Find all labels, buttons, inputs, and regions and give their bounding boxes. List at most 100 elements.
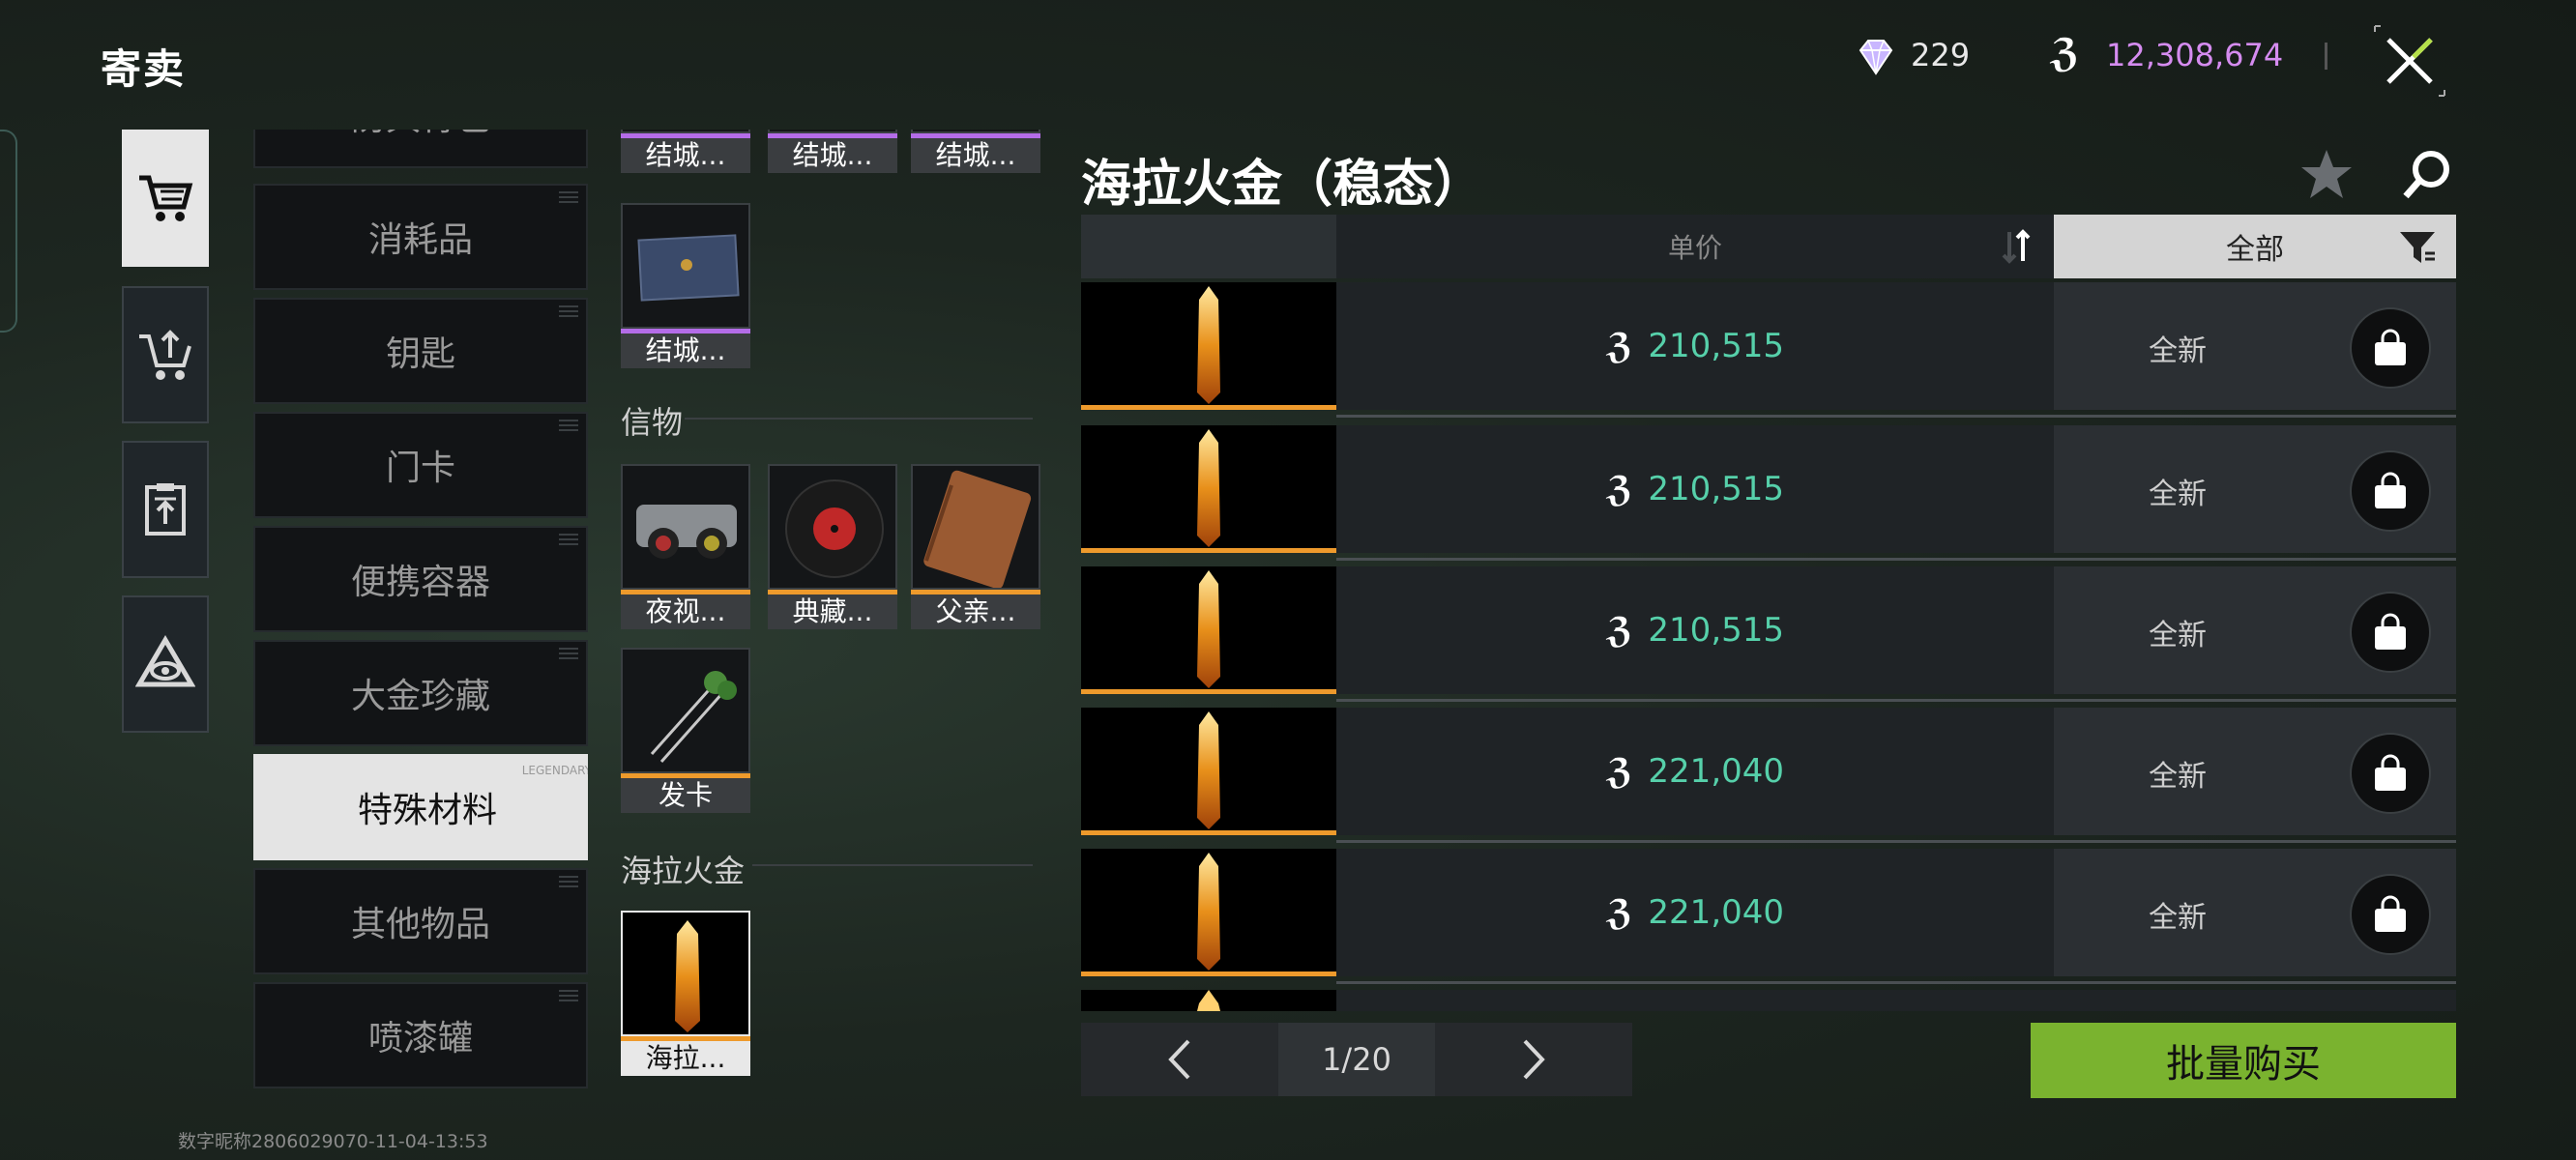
item-tile[interactable]: 结城... [768,130,897,173]
close-button[interactable] [2363,19,2445,101]
item-image [1081,282,1336,410]
item-image [1081,849,1336,976]
item-image [1081,425,1336,553]
item-image [1081,566,1336,694]
shopping-bag-icon [2375,329,2406,365]
coin-icon: ℨ [1605,892,1633,933]
shopping-bag-icon [2375,472,2406,508]
section-divider [685,418,1033,420]
search-icon [2403,151,2449,199]
condition-filter[interactable]: 全部 [2054,215,2456,278]
edge-accent [0,130,17,333]
shopping-bag-icon [2375,754,2406,791]
coin-icon: ℨ [1605,610,1633,651]
section-heading: 信物 [621,404,684,441]
crystal-image [623,913,748,1034]
filter-icon[interactable] [2398,228,2437,267]
listing-row-partial-bg [1336,990,2456,1011]
bulk-buy-button[interactable]: 批量购买 [2031,1023,2456,1098]
notebook-image [923,470,1032,588]
column-header-image [1081,215,1336,278]
item-grid[interactable]: 结城... 结城... 结城... 结城... 信物 夜视... 典藏... 父… [619,130,1044,1092]
listing-row[interactable]: ℨ 210,515 全新 [1081,566,2456,702]
unit-price: 221,040 [1648,752,1785,791]
next-page-button[interactable] [1435,1023,1632,1096]
header-divider [2325,43,2327,70]
tab-buy[interactable] [122,130,209,267]
sort-icon[interactable] [1998,226,2036,267]
listing-row[interactable]: ℨ 221,040 全新 [1081,708,2456,843]
category-other-items[interactable]: 其他物品 [253,868,588,974]
coin-icon: ℨ [1605,469,1633,509]
vinyl-record-image [785,479,884,578]
category-spray-cans[interactable]: 喷漆罐 [253,982,588,1088]
footer-id-text: 数字昵称2806029070-11-04-13:53 [178,1131,488,1152]
category-keys[interactable]: 钥匙 [253,298,588,404]
search-button[interactable] [2392,145,2450,203]
item-image [1081,708,1336,835]
section-divider [752,864,1033,866]
page-indicator: 1/20 [1278,1023,1435,1096]
condition-label: 全新 [2149,334,2207,368]
night-vision-image [636,505,737,559]
listing-row[interactable]: ℨ 221,040 全新 [1081,849,2456,984]
star-icon [2301,150,2352,198]
unit-price: 210,515 [1648,470,1785,508]
category-consumables[interactable]: 消耗品 [253,184,588,290]
item-tile[interactable]: 发卡 [621,648,750,813]
item-title: 海拉火金（稳态） [1081,156,1484,214]
category-containers[interactable]: 便携容器 [253,526,588,632]
listing-row[interactable]: ℨ 210,515 全新 [1081,425,2456,561]
shopping-bag-icon [2375,895,2406,932]
sell-cart-icon [139,330,191,380]
listing-row-partial [1081,990,1336,1011]
item-tile[interactable]: 结城... [621,203,750,368]
item-tile[interactable]: 典藏... [768,464,897,629]
hairpin-image [650,671,737,763]
listing-row[interactable]: ℨ 210,515 全新 [1081,282,2456,418]
tab-records[interactable] [122,441,209,578]
category-list[interactable]: 防具背包 消耗品 钥匙 门卡 便携容器 大金珍藏 特殊材料LEGENDARY 其… [253,130,588,1092]
unit-price: 221,040 [1648,893,1785,932]
item-tile[interactable]: 结城... [911,130,1040,173]
column-header-price[interactable]: 单价 [1336,215,2054,278]
coin-icon: ℨ [1605,326,1633,366]
money-balance: 12,308,674 [2106,37,2284,73]
category-collectibles[interactable]: 大金珍藏 [253,640,588,746]
buy-button[interactable] [2350,733,2431,814]
category-armor-backpack[interactable]: 防具背包 [253,130,588,168]
section-heading: 海拉火金 [621,853,746,889]
tab-sell[interactable] [122,286,209,423]
chevron-right-icon [1523,1039,1545,1080]
favorite-button[interactable] [2292,145,2352,203]
shopping-bag-icon [2375,613,2406,650]
tab-watch[interactable] [122,595,209,733]
category-keycards[interactable]: 门卡 [253,412,588,518]
cart-icon [139,175,193,221]
chevron-left-icon [1168,1039,1190,1080]
unit-price: 210,515 [1648,611,1785,650]
coin-icon: ℨ [1605,751,1633,792]
category-special-materials[interactable]: 特殊材料 LEGENDARY [253,754,588,860]
item-tile[interactable]: 夜视... [621,464,750,629]
item-tile[interactable]: 父亲... [911,464,1040,629]
item-tile-selected[interactable]: 海拉... [621,911,750,1076]
item-tile[interactable]: 结城... [621,130,750,173]
close-icon [2374,25,2445,97]
condition-label: 全新 [2149,760,2207,794]
buy-button[interactable] [2350,592,2431,673]
buy-button[interactable] [2350,307,2431,389]
condition-label: 全新 [2149,478,2207,511]
page-title: 寄卖 [101,45,187,93]
buy-button[interactable] [2350,874,2431,955]
diamond-icon [1859,40,1893,75]
condition-label: 全新 [2149,619,2207,652]
prev-page-button[interactable] [1081,1023,1278,1096]
buy-button[interactable] [2350,450,2431,532]
unit-price: 210,515 [1648,327,1785,365]
coin-icon: ℨ [2050,31,2080,75]
clipboard-upload-icon [145,483,186,536]
gem-count: 229 [1911,37,1971,73]
card-image [637,234,740,302]
triangle-eye-icon [135,635,195,687]
